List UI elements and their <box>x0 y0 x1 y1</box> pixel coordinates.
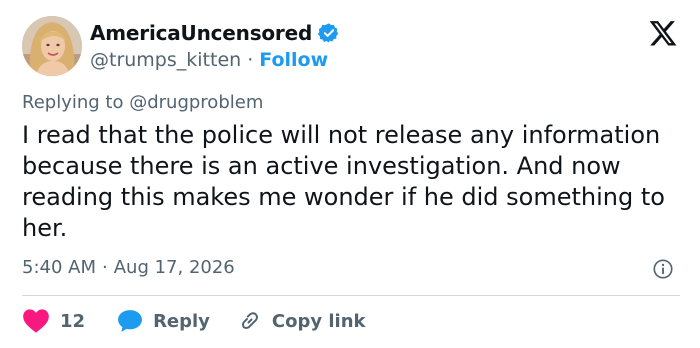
reply-context-prefix: Replying to <box>22 92 124 113</box>
author-handle[interactable]: @trumps_kitten <box>90 49 241 71</box>
avatar-portrait-image <box>22 16 82 76</box>
tweet-date: Aug 17, 2026 <box>113 257 235 278</box>
divider <box>22 295 680 296</box>
tweet-embed-card: AmericaUncensored @trumps_kitten · Follo… <box>0 0 700 348</box>
handle-separator: · <box>247 49 254 71</box>
copy-link-label: Copy link <box>271 310 366 332</box>
avatar[interactable] <box>22 16 82 76</box>
author-name-row: AmericaUncensored <box>90 19 340 47</box>
heart-icon <box>23 309 49 333</box>
verified-badge-icon <box>318 23 339 43</box>
tweet-text: I read that the police will not release … <box>22 121 665 242</box>
speech-bubble-icon <box>118 310 142 332</box>
like-count: 12 <box>60 310 86 332</box>
copy-link-button[interactable]: Copy link <box>238 309 366 333</box>
follow-button[interactable]: Follow <box>259 49 328 71</box>
link-icon <box>241 312 258 329</box>
timestamp-separator: · <box>102 257 108 278</box>
info-icon[interactable] <box>652 258 674 280</box>
author-handle-row: @trumps_kitten · Follow <box>90 47 328 73</box>
reply-button[interactable]: Reply <box>117 309 210 333</box>
x-logo-icon[interactable] <box>648 18 678 48</box>
reply-context: Replying to @drugproblem <box>22 92 263 113</box>
action-bar: 12 Reply Copy link <box>22 306 366 336</box>
like-button[interactable]: 12 <box>22 308 85 334</box>
reply-label: Reply <box>153 310 210 332</box>
author-display-name[interactable]: AmericaUncensored <box>90 21 312 45</box>
reply-to-handle[interactable]: @drugproblem <box>129 92 263 113</box>
tweet-time: 5:40 AM <box>22 257 96 278</box>
tweet-timestamp[interactable]: 5:40 AM · Aug 17, 2026 <box>22 257 235 278</box>
